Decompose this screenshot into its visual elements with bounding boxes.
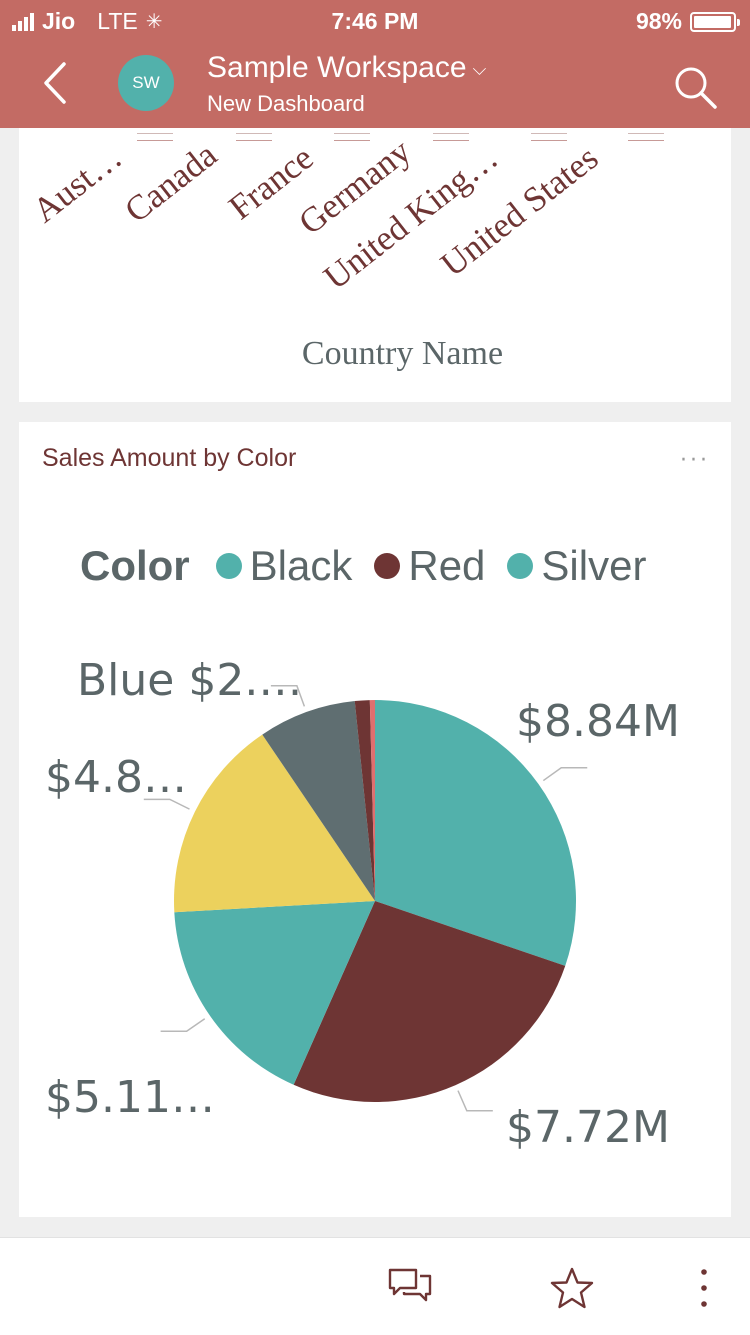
leader-line xyxy=(542,767,588,782)
more-vertical-icon[interactable] xyxy=(682,1266,726,1310)
data-label: $5.11… xyxy=(45,1072,215,1123)
favorite-star-icon[interactable] xyxy=(550,1266,594,1310)
comments-icon[interactable] xyxy=(388,1266,432,1310)
data-label: $8.84M xyxy=(516,696,680,747)
leader-line xyxy=(457,1090,493,1112)
pie-chart xyxy=(143,684,588,1112)
bottom-toolbar xyxy=(0,1237,750,1335)
data-label: $7.72M xyxy=(506,1102,670,1153)
data-label: $4.8… xyxy=(45,752,187,803)
leader-line xyxy=(160,1018,206,1032)
data-label: Blue $2.… xyxy=(77,655,303,706)
